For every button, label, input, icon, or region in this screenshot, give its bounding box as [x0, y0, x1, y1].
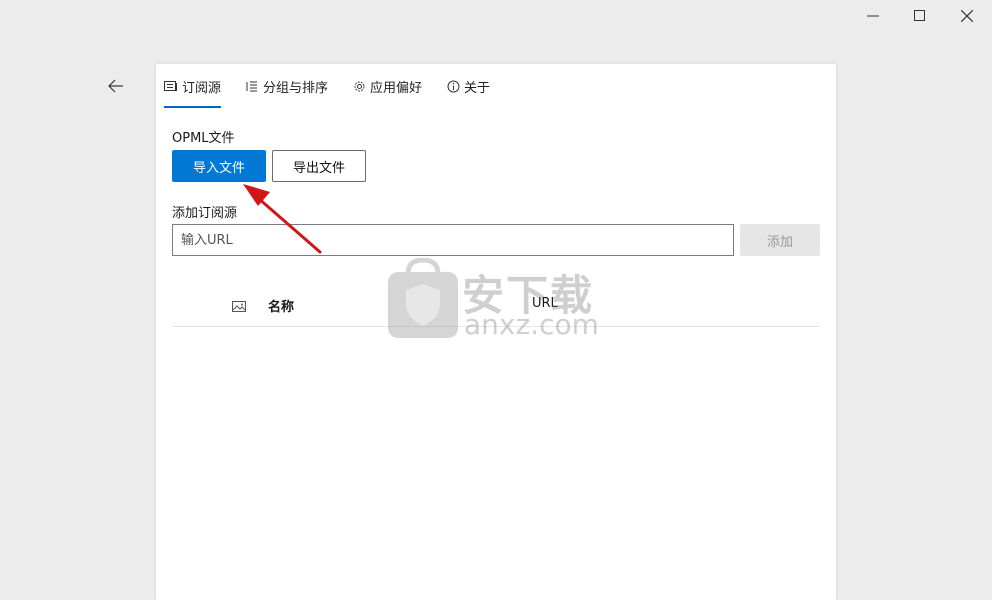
opml-section-label: OPML文件 — [172, 131, 235, 146]
minimize-icon — [867, 15, 879, 17]
back-arrow-icon — [108, 79, 123, 93]
column-header-name[interactable]: 名称 — [268, 296, 294, 315]
export-file-button[interactable]: 导出文件 — [272, 150, 366, 182]
back-button[interactable] — [100, 72, 132, 100]
tab-about[interactable]: 关于 — [446, 76, 500, 96]
close-button[interactable] — [944, 0, 990, 32]
image-icon — [232, 298, 246, 317]
maximize-button[interactable] — [897, 0, 943, 32]
tab-label: 订阅源 — [182, 80, 222, 96]
tab-label: 应用偏好 — [370, 80, 423, 96]
watermark-en: anxz.com — [464, 308, 599, 341]
close-icon — [961, 10, 973, 22]
maximize-icon — [914, 10, 925, 21]
add-feed-button[interactable]: 添加 — [740, 224, 820, 256]
url-input[interactable] — [172, 224, 734, 256]
minimize-button[interactable] — [850, 0, 896, 32]
tab-bar: 订阅源 分组与排序 应用偏好 关于 — [164, 76, 514, 108]
tab-groups-sorting[interactable]: 分组与排序 — [245, 76, 338, 96]
add-feed-section-label: 添加订阅源 — [172, 206, 238, 221]
watermark: 安下载 anxz.com — [386, 257, 599, 344]
tab-app-preferences[interactable]: 应用偏好 — [352, 76, 432, 96]
tab-label: 关于 — [464, 80, 491, 96]
gear-icon — [352, 79, 366, 93]
feed-icon — [164, 79, 178, 93]
list-icon — [245, 79, 259, 93]
info-icon — [446, 79, 460, 93]
tab-label: 分组与排序 — [263, 80, 329, 96]
tab-feeds[interactable]: 订阅源 — [164, 76, 231, 108]
shield-bag-icon — [388, 257, 458, 338]
import-file-button[interactable]: 导入文件 — [172, 150, 266, 182]
